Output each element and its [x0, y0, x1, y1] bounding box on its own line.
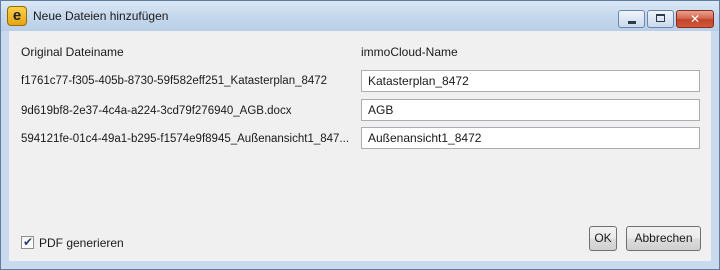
cloud-name-input-3[interactable] [361, 127, 700, 149]
app-logo-letter: e [12, 7, 22, 24]
dialog-window: e Neue Dateien hinzufügen ✕ Original Dat… [0, 0, 720, 270]
maximize-icon [656, 14, 665, 22]
pdf-checkbox[interactable]: ✔ [21, 235, 34, 249]
checkmark-icon: ✔ [23, 235, 34, 249]
cloud-name-input-1[interactable] [361, 70, 700, 92]
close-icon: ✕ [689, 12, 701, 26]
window-title: Neue Dateien hinzufügen [33, 9, 169, 23]
column-header-cloud-name: immoCloud-Name [361, 45, 458, 59]
dialog-content: Original Dateiname immoCloud-Name f1761c… [9, 31, 711, 261]
minimize-button[interactable] [618, 10, 645, 28]
original-filename-2: 9d619bf8-2e37-4c4a-a224-3cd79f276940_AGB… [21, 105, 292, 117]
original-filename-1: f1761c77-f305-405b-8730-59f582eff251_Kat… [21, 75, 328, 87]
pdf-checkbox-label[interactable]: PDF generieren [39, 236, 124, 250]
ok-button[interactable]: OK [589, 226, 617, 251]
maximize-button[interactable] [647, 10, 674, 28]
close-button[interactable]: ✕ [676, 10, 714, 28]
original-filename-3: 594121fe-01c4-49a1-b295-f1574e9f8945_Auß… [21, 133, 350, 145]
title-bar[interactable]: e Neue Dateien hinzufügen ✕ [1, 1, 719, 31]
cloud-name-input-2[interactable] [361, 99, 700, 121]
minimize-icon [628, 21, 636, 24]
app-logo-icon: e [7, 6, 27, 26]
column-header-original: Original Dateiname [21, 45, 124, 59]
cancel-button[interactable]: Abbrechen [626, 226, 701, 251]
